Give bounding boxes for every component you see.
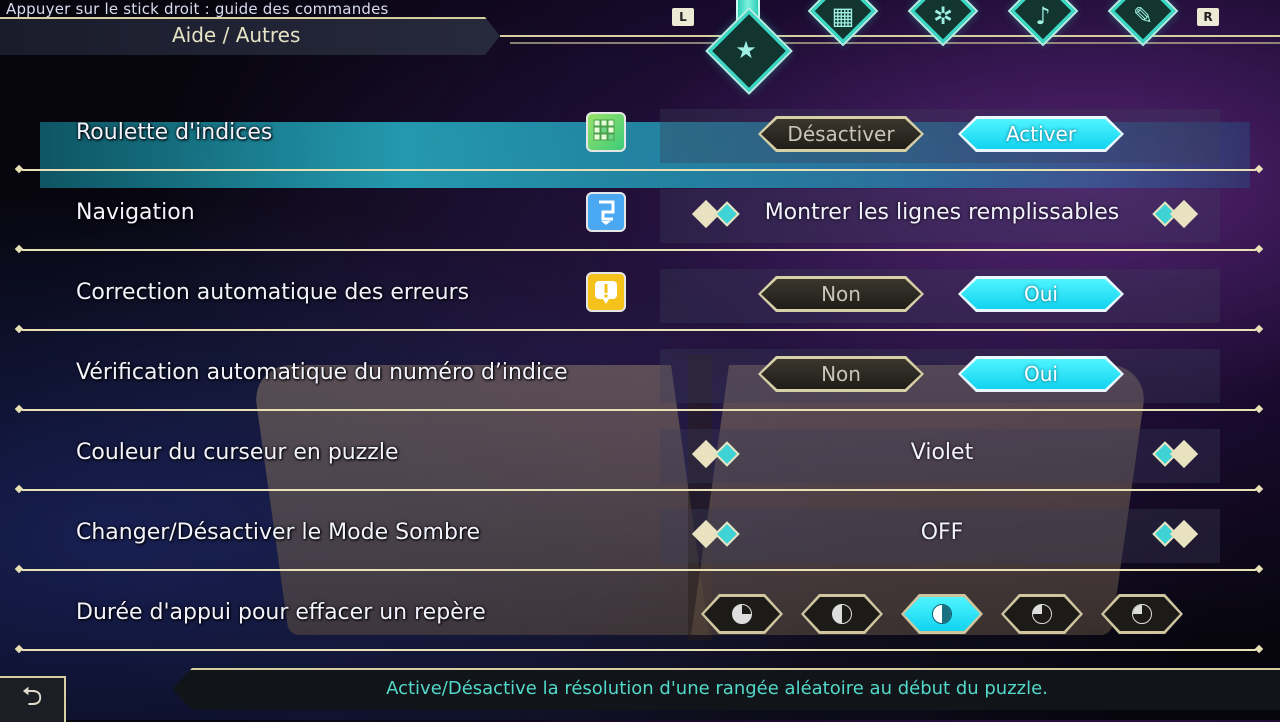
arrow-right-icon[interactable] bbox=[1150, 439, 1202, 469]
setting-label: Navigation bbox=[76, 200, 195, 225]
option-no-button[interactable]: Non bbox=[758, 356, 924, 392]
clock-icon bbox=[732, 604, 752, 624]
grid-icon bbox=[586, 112, 626, 152]
row-value-band bbox=[660, 269, 1220, 323]
option-enable-label: Activer bbox=[961, 119, 1121, 149]
character-icon: ✲ bbox=[932, 2, 954, 30]
page-title: Aide / Autres bbox=[172, 23, 301, 47]
setting-label: Changer/Désactiver le Mode Sombre bbox=[76, 520, 481, 545]
music-note-icon: ♪ bbox=[1035, 2, 1051, 30]
setting-label: Correction automatique des erreurs bbox=[76, 280, 470, 305]
back-arrow-icon: ⮌ bbox=[21, 682, 43, 712]
dark-mode-value: OFF bbox=[920, 520, 964, 545]
arrow-right-icon[interactable] bbox=[1150, 199, 1202, 229]
clock-icon bbox=[832, 604, 852, 624]
setting-label: Roulette d'indices bbox=[76, 120, 273, 145]
option-yes-label: Oui bbox=[961, 279, 1121, 309]
cursor-color-value: Violet bbox=[910, 440, 974, 465]
clock-icon bbox=[1032, 604, 1052, 624]
option-enable-button[interactable]: Activer bbox=[958, 116, 1124, 152]
arrow-left-icon[interactable] bbox=[690, 199, 742, 229]
row-value-band bbox=[660, 349, 1220, 403]
option-yes-label: Oui bbox=[961, 359, 1121, 389]
option-yes-button[interactable]: Oui bbox=[958, 356, 1124, 392]
setting-label: Couleur du curseur en puzzle bbox=[76, 440, 399, 465]
header-rule-secondary bbox=[510, 42, 1280, 44]
option-yes-button[interactable]: Oui bbox=[958, 276, 1124, 312]
row-divider bbox=[22, 649, 1256, 651]
option-no-label: Non bbox=[761, 279, 921, 309]
setting-label: Vérification automatique du numéro d’ind… bbox=[76, 360, 568, 385]
row-divider bbox=[22, 249, 1256, 251]
back-button[interactable]: ⮌ bbox=[0, 676, 66, 722]
option-no-label: Non bbox=[761, 359, 921, 389]
option-disable-button[interactable]: Désactiver bbox=[758, 116, 924, 152]
row-value-band bbox=[660, 109, 1220, 163]
option-no-button[interactable]: Non bbox=[758, 276, 924, 312]
header-rule bbox=[500, 35, 1280, 37]
arrow-left-icon[interactable] bbox=[690, 519, 742, 549]
clock-icon bbox=[1132, 604, 1152, 624]
arrow-right-icon[interactable] bbox=[1150, 519, 1202, 549]
navigation-value: Montrer les lignes remplissables bbox=[764, 200, 1120, 225]
option-disable-label: Désactiver bbox=[761, 119, 921, 149]
row-divider bbox=[22, 329, 1256, 331]
clock-icon bbox=[932, 604, 952, 624]
setting-label: Durée d'appui pour effacer un repère bbox=[76, 600, 486, 625]
shoulder-r-label[interactable]: R bbox=[1197, 8, 1219, 26]
warning-icon bbox=[586, 272, 626, 312]
row-divider bbox=[22, 409, 1256, 411]
wrench-icon: ✎ bbox=[1132, 2, 1154, 30]
arrow-left-icon[interactable] bbox=[690, 439, 742, 469]
shoulder-l-label[interactable]: L bbox=[672, 8, 694, 26]
controls-hint: Appuyer sur le stick droit : guide des c… bbox=[6, 0, 389, 18]
navigation-icon bbox=[586, 192, 626, 232]
setting-description: Active/Désactive la résolution d'une ran… bbox=[386, 678, 1048, 699]
star-icon: ★ bbox=[735, 36, 757, 64]
row-divider bbox=[22, 569, 1256, 571]
row-divider bbox=[22, 169, 1256, 171]
row-divider bbox=[22, 489, 1256, 491]
grid-icon: ▦ bbox=[831, 2, 855, 30]
